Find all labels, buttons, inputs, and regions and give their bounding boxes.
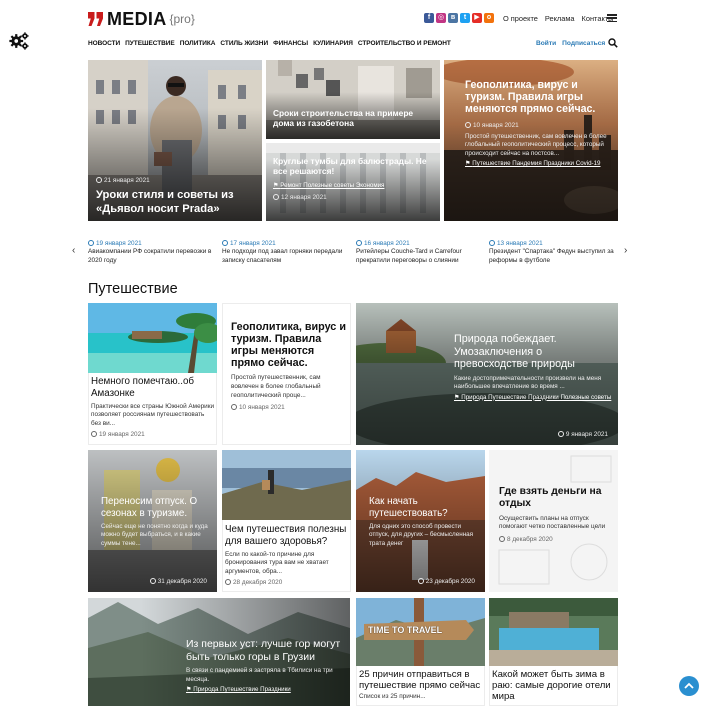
nav-item-politics[interactable]: ПОЛИТИКА — [180, 39, 216, 49]
card-nature-excerpt: Какие достопримечательности произвели на… — [454, 374, 602, 391]
card-geo-title[interactable]: Геополитика, вирус и туризм. Правила игр… — [231, 321, 346, 369]
twitter-icon[interactable]: t — [460, 13, 470, 23]
login-link[interactable]: Войти — [536, 39, 556, 49]
card-health-excerpt: Если по какой-то причине для бронировани… — [225, 550, 329, 575]
card-georgia-tags[interactable]: ⚑ Природа Путешествие Праздники — [186, 686, 346, 694]
card-amazon-image — [88, 303, 217, 373]
card-geo-date: 10 января 2021 — [231, 403, 346, 412]
card-health-date: 28 декабря 2020 — [225, 578, 349, 587]
main-nav: НОВОСТИ ПУТЕШЕСТВИЕ ПОЛИТИКА СТИЛЬ ЖИЗНИ… — [88, 39, 451, 49]
nav-item-lifestyle[interactable]: СТИЛЬ ЖИЗНИ — [220, 39, 268, 49]
card-vacation[interactable]: Переносим отпуск. О сезонах в туризме. С… — [88, 450, 217, 592]
card-traveler-title[interactable]: Как начать путешествовать? — [369, 496, 483, 520]
odnoklassniki-icon[interactable]: o — [484, 13, 494, 23]
card-vacation-title[interactable]: Переносим отпуск. О сезонах в туризме. — [101, 496, 215, 520]
auth-links: Войти Подписаться — [536, 39, 605, 49]
hero-mid-top-card[interactable]: Сроки строительства на примере дома из г… — [266, 60, 440, 139]
hero-right-date: 10 января 2021 — [465, 121, 613, 130]
hero-mid-bottom-tags[interactable]: ⚑ Ремонт Полезные советы Экономия — [273, 182, 435, 190]
ticker-item[interactable]: 17 января 2021 Не подходи под завал горн… — [222, 239, 357, 265]
card-health-title[interactable]: Чем путешествия полезны для вашего здоро… — [225, 524, 349, 548]
card-traveler-excerpt: Для одних это способ провести отпуск, дл… — [369, 522, 474, 547]
card-geo-excerpt: Простой путешественник, сам вовлечен в б… — [231, 374, 321, 399]
card-winter[interactable]: Какой может быть зима в раю: самые дорог… — [489, 598, 618, 706]
hero-right-title[interactable]: Геополитика, вирус и туризм. Правила игр… — [465, 79, 613, 116]
search-icon[interactable] — [608, 38, 618, 48]
card-winter-image — [489, 598, 618, 666]
card-money[interactable]: Где взять деньги на отдых Осуществить пл… — [489, 450, 618, 592]
social-links: f ◎ в t ▶ o — [424, 13, 494, 23]
hero-main-date: 21 января 2021 — [96, 176, 256, 185]
card-amazon[interactable]: Немного помечтаю..об Амазонке Практическ… — [88, 303, 217, 445]
card-money-excerpt: Осуществить планы на отпуск помогают чет… — [499, 514, 606, 531]
hero-mid-top-title[interactable]: Сроки строительства на примере дома из г… — [273, 108, 435, 129]
hero-mid-bottom-title[interactable]: Круглые тумбы для балюстрады. Не все реш… — [273, 156, 435, 177]
hero-mid-bottom-date: 12 января 2021 — [273, 193, 435, 202]
ads-link[interactable]: Реклама — [545, 13, 575, 24]
nav-item-news[interactable]: НОВОСТИ — [88, 39, 120, 49]
ticker-prev-arrow-icon[interactable]: ‹ — [72, 246, 75, 256]
logo-text: MEDIA — [107, 9, 167, 29]
top-links: О проекте Реклама Контакты — [503, 13, 613, 24]
card-amazon-excerpt: Практически все страны Южной Америки поз… — [91, 402, 215, 427]
card-geo[interactable]: Геополитика, вирус и туризм. Правила игр… — [222, 303, 351, 445]
card-nature-title[interactable]: Природа побеждает. Умозаключения о прево… — [454, 333, 614, 371]
about-link[interactable]: О проекте — [503, 13, 538, 24]
card-health-image — [222, 450, 351, 520]
hero-main-card[interactable]: 21 января 2021 Уроки стиля и советы из «… — [88, 60, 262, 221]
card-reasons-sign: TIME TO TRAVEL — [368, 625, 443, 635]
instagram-icon[interactable]: ◎ — [436, 13, 446, 23]
hero-mid-bottom-card[interactable]: Круглые тумбы для балюстрады. Не все реш… — [266, 143, 440, 221]
card-money-title[interactable]: Где взять деньги на отдых — [499, 486, 613, 510]
chevron-up-icon — [684, 682, 694, 689]
quote-mark-icon — [88, 12, 103, 26]
card-georgia[interactable]: Из первых уст: лучше гор могут быть толь… — [88, 598, 350, 706]
card-georgia-excerpt: В связи с пандемией я застряла в Тбилиси… — [186, 667, 333, 683]
logo-subtitle: {pro} — [169, 12, 195, 26]
site-logo[interactable]: MEDIA {pro} — [88, 10, 195, 28]
card-amazon-title[interactable]: Немного помечтаю..об Амазонке — [91, 376, 215, 400]
settings-gear-icon[interactable] — [8, 30, 30, 52]
scroll-to-top-button[interactable] — [679, 676, 699, 696]
card-money-date: 8 декабря 2020 — [499, 535, 613, 544]
ticker-item[interactable]: 13 января 2021 Президент "Спартака" Феду… — [489, 239, 617, 265]
youtube-icon[interactable]: ▶ — [472, 13, 482, 23]
card-amazon-date: 19 января 2021 — [91, 430, 215, 439]
ticker-item[interactable]: 19 января 2021 Авиакомпании РФ сократили… — [88, 239, 223, 265]
card-nature-tags[interactable]: ⚑ Природа Путешествие Праздники Полезные… — [454, 394, 614, 402]
nav-item-finance[interactable]: ФИНАНСЫ — [273, 39, 308, 49]
card-nature-date: 9 января 2021 — [557, 430, 608, 439]
card-reasons-excerpt: Список из 25 причин... — [359, 693, 426, 701]
subscribe-link[interactable]: Подписаться — [562, 39, 605, 49]
hero-right-card[interactable]: Геополитика, вирус и туризм. Правила игр… — [444, 60, 618, 221]
card-winter-title[interactable]: Какой может быть зима в раю: самые дорог… — [492, 669, 616, 702]
section-title: Путешествие — [88, 281, 178, 297]
card-traveler-date: 23 декабря 2020 — [417, 577, 475, 586]
nav-item-construction[interactable]: СТРОИТЕЛЬСТВО И РЕМОНТ — [358, 39, 451, 49]
facebook-icon[interactable]: f — [424, 13, 434, 23]
card-nature[interactable]: Природа побеждает. Умозаключения о прево… — [356, 303, 618, 445]
ticker-item[interactable]: 16 января 2021 Ритейлеры Couche-Tard и C… — [356, 239, 491, 265]
nav-item-cooking[interactable]: КУЛИНАРИЯ — [313, 39, 353, 49]
page: MEDIA {pro} f ◎ в t ▶ o О проекте Реклам… — [0, 0, 706, 706]
menu-burger-icon[interactable] — [607, 14, 617, 23]
card-vacation-excerpt: Сейчас еще не понятно когда и куда можно… — [101, 522, 208, 547]
hero-right-excerpt: Простой путешественник, сам вовлечен в б… — [465, 132, 607, 157]
nav-item-travel[interactable]: ПУТЕШЕСТВИЕ — [125, 39, 175, 49]
card-georgia-title[interactable]: Из первых уст: лучше гор могут быть толь… — [186, 638, 346, 663]
vk-icon[interactable]: в — [448, 13, 458, 23]
card-reasons-title[interactable]: 25 причин отправиться в путешествие прям… — [359, 669, 483, 691]
card-vacation-date: 31 декабря 2020 — [149, 577, 207, 586]
card-reasons[interactable]: TIME TO TRAVEL 25 причин отправиться в п… — [356, 598, 485, 706]
card-traveler[interactable]: Как начать путешествовать? Для одних это… — [356, 450, 485, 592]
card-health[interactable]: Чем путешествия полезны для вашего здоро… — [222, 450, 351, 592]
hero-main-title[interactable]: Уроки стиля и советы из «Дьявол носит Pr… — [96, 189, 256, 216]
ticker-next-arrow-icon[interactable]: › — [624, 246, 627, 256]
hero-right-tags[interactable]: ⚑ Путешествие Пандемия Праздники Covid-1… — [465, 160, 613, 168]
